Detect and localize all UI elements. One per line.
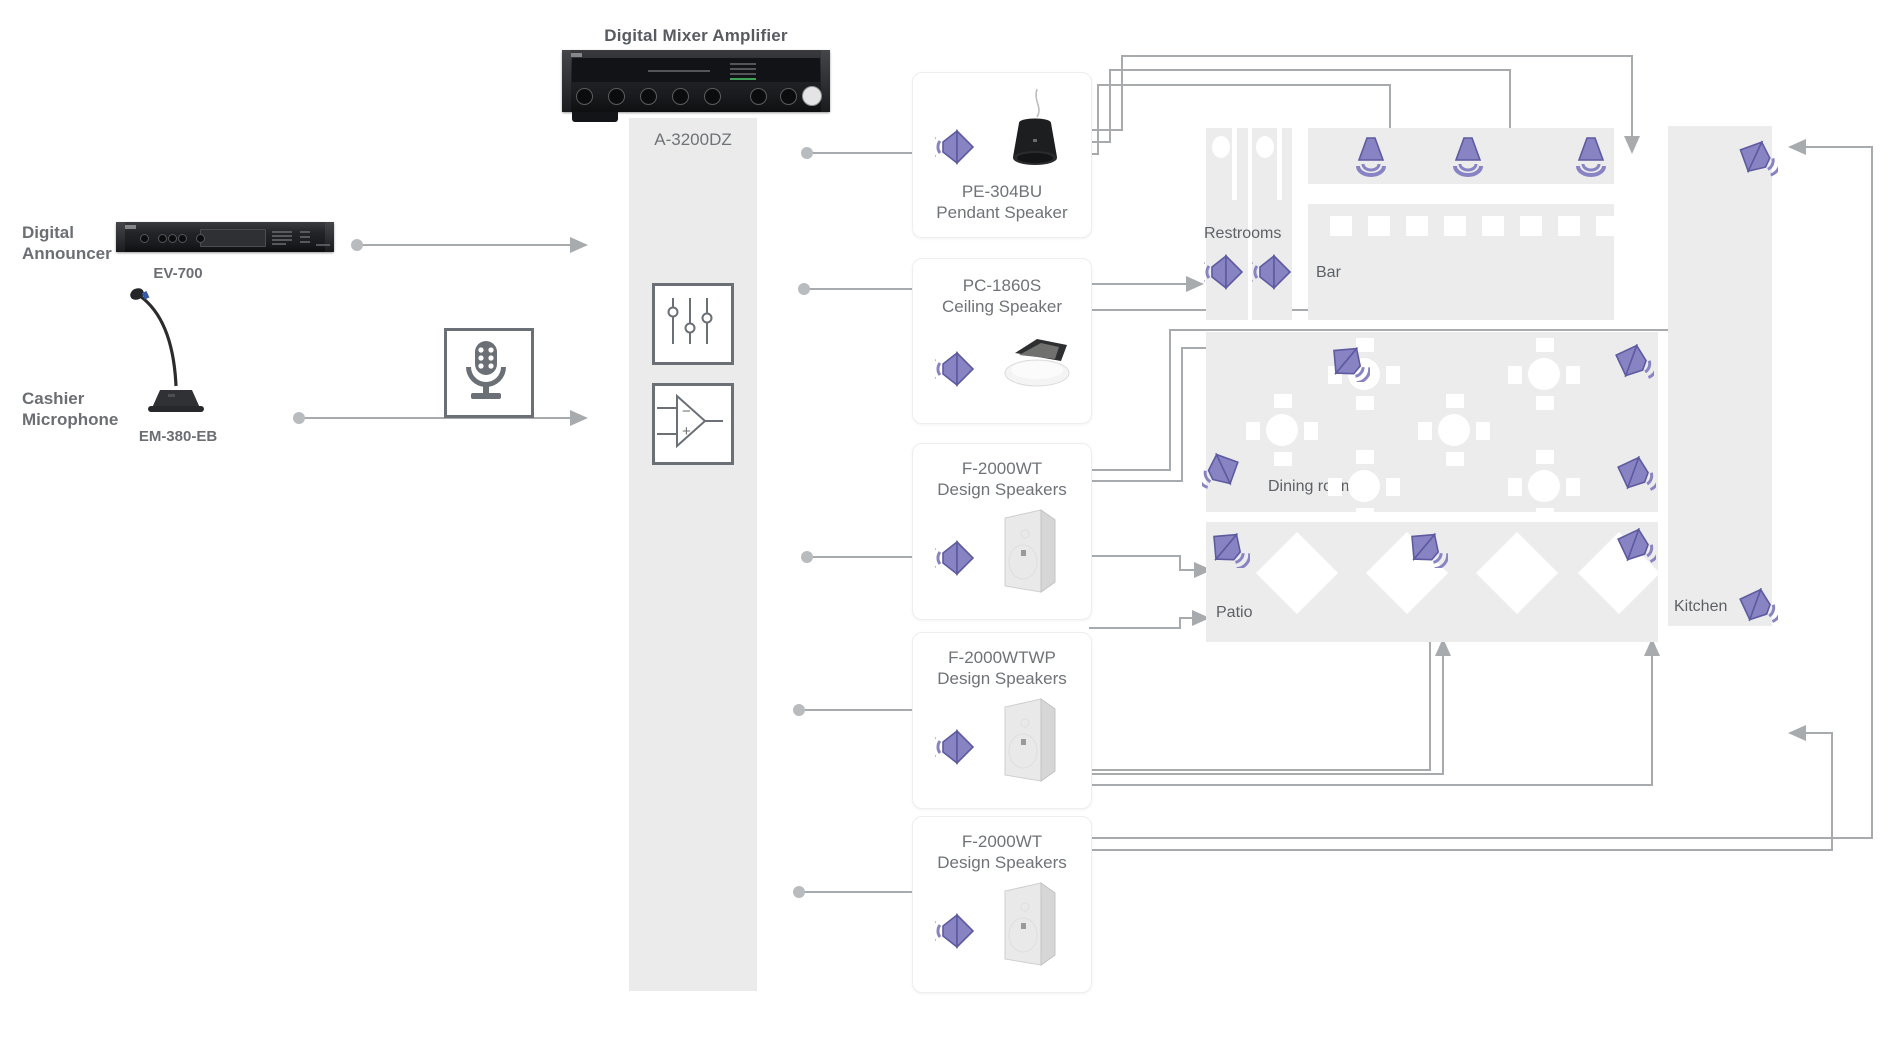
cashier-label-line2: Microphone [22,410,119,429]
cashier-label-line1: Cashier [22,389,85,408]
cashier-microphone-label: Cashier Microphone [22,388,142,430]
pendant-speaker-icon-bar-3 [1570,136,1612,185]
rack-amplifier-icon [562,50,830,122]
ceiling-speaker-photo [1001,335,1077,402]
speaker-sound-icon [935,125,983,169]
wall-speaker-icon-kitchen-1 [1730,130,1782,183]
card-type-label: Design Speakers [937,480,1067,499]
design-speaker-photo [997,506,1063,601]
rack-announcer-icon [116,222,334,252]
pendant-speaker-icon-bar-2 [1447,136,1489,185]
pendant-speaker-photo [999,87,1071,180]
card-model-label: F-2000WT [961,832,1043,851]
amplifier-title: Digital Mixer Amplifier [604,26,788,45]
ev700-model-label: EV-700 [153,265,203,282]
wall-speaker-icon-dining-4 [1608,446,1661,499]
card-type-label: Design Speakers [937,853,1067,872]
speaker-sound-icon [935,725,983,769]
wall-speaker-icon-dining-3 [1196,446,1250,499]
mixer-faders-icon [652,283,734,365]
card-type-label: Ceiling Speaker [941,297,1062,316]
amplifier-model-label: A-3200DZ [654,130,732,149]
speaker-sound-icon [935,536,983,580]
em380-model-label: EM-380-EB [138,428,218,445]
restroom-stall-2 [1252,128,1292,200]
wall-speaker-icon-patio-1 [1202,520,1252,573]
amplifier-column: − + [629,118,757,991]
room-label-restrooms: Restrooms [1204,225,1282,242]
restroom-stall-1 [1206,128,1246,200]
ceiling-speaker-icon-restroom-1 [1198,250,1252,299]
card-model-label: F-2000WTWP [948,648,1056,667]
speaker-sound-icon [935,347,983,391]
wall-speaker-icon-dining-2 [1606,334,1659,387]
card-model-label: PE-304BU [961,182,1043,201]
room-label-patio: Patio [1216,604,1253,621]
svg-text:−: − [682,403,691,420]
speaker-card-f-2000wtwp[interactable]: F-2000WTWP Design Speakers [912,632,1092,809]
card-model-label: F-2000WT [961,459,1043,478]
ceiling-speaker-icon-restroom-2 [1246,250,1300,299]
room-label-kitchen: Kitchen [1674,598,1728,615]
speaker-card-f-2000wt-1[interactable]: F-2000WT Design Speakers [912,443,1092,620]
pendant-speaker-icon-bar-1 [1350,136,1392,185]
wall-speaker-icon-dining-1 [1322,334,1372,387]
card-type-label: Pendant Speaker [936,203,1068,222]
speaker-sound-icon [935,909,983,953]
card-model-label: PC-1860S [962,276,1042,295]
speaker-card-pc-1860s[interactable]: PC-1860S Ceiling Speaker [912,258,1092,424]
room-label-bar: Bar [1316,264,1341,281]
design-speaker-photo [997,695,1063,790]
restaurant-floorplan: Restrooms Bar Kitchen Dining room Patio [1196,120,1820,780]
wall-speaker-icon-kitchen-2 [1730,578,1783,631]
design-speaker-photo [997,879,1063,974]
room-kitchen [1668,126,1772,626]
card-type-label: Design Speakers [937,669,1067,688]
wall-speaker-icon-patio-2 [1400,520,1450,573]
wall-speaker-icon-patio-3 [1608,518,1661,571]
speaker-card-f-2000wt-2[interactable]: F-2000WT Design Speakers [912,816,1092,993]
speaker-card-pe-304bu[interactable]: PE-304BU Pendant Speaker [912,72,1092,238]
microphone-icon [444,328,534,418]
svg-text:+: + [682,423,691,440]
amplifier-opamp-icon: − + [652,383,734,465]
